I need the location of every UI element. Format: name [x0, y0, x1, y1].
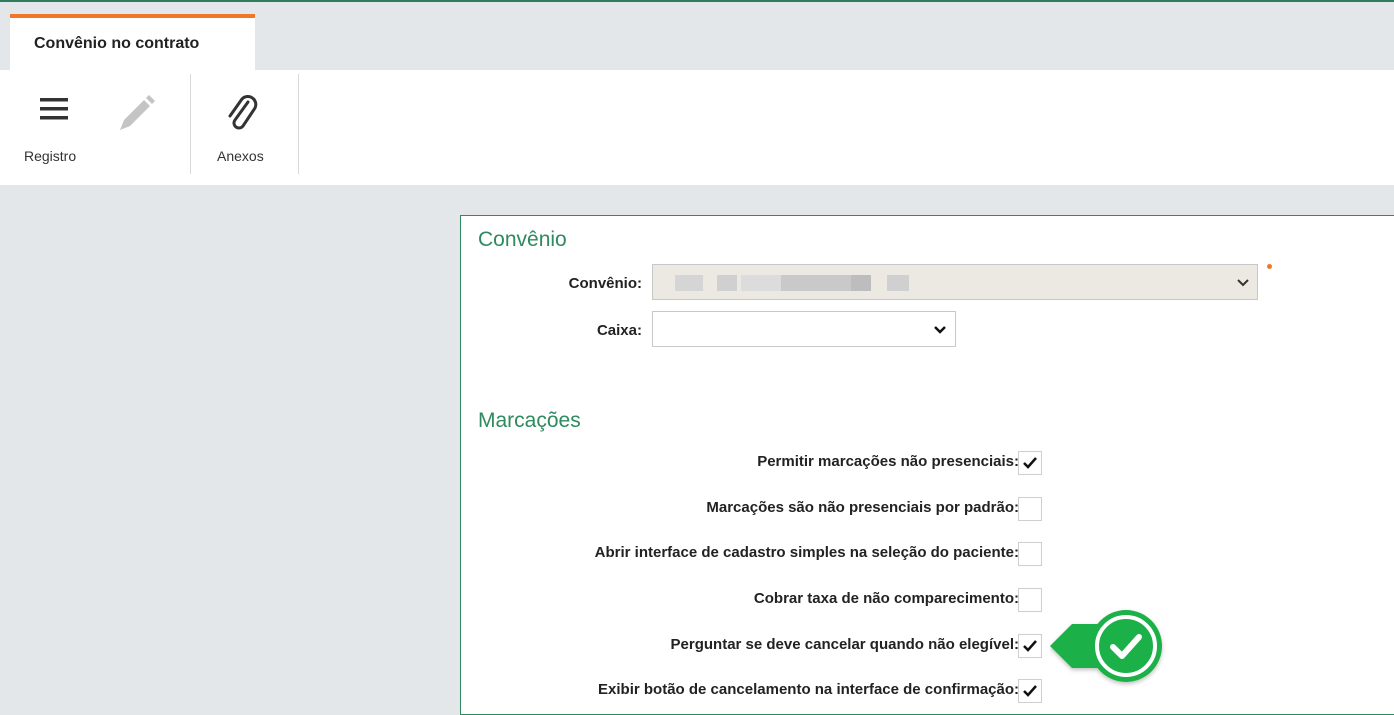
checkbox-taxa-nao-comparecimento[interactable] — [1018, 588, 1042, 612]
tab-label: Convênio no contrato — [34, 35, 200, 52]
toolbar-group-anexos: Anexos — [190, 74, 299, 174]
redacted-value — [717, 275, 737, 291]
convenio-section-title: Convênio — [478, 228, 567, 251]
highlight-callout — [1050, 604, 1170, 699]
tab-bar: Convênio no contrato — [0, 2, 1394, 70]
option-label: Marcações são não presenciais por padrão… — [706, 499, 1019, 516]
tab-convenio-no-contrato[interactable]: Convênio no contrato — [10, 14, 255, 70]
check-icon — [1023, 685, 1037, 697]
registro-label: Registro — [24, 148, 77, 164]
toolbar: Registro Anexos — [0, 70, 1394, 185]
check-badge-icon — [1050, 610, 1162, 682]
option-label: Cobrar taxa de não comparecimento: — [753, 590, 1019, 607]
required-indicator — [1267, 264, 1272, 269]
redacted-value — [887, 275, 909, 291]
redacted-value — [675, 275, 703, 291]
caixa-select[interactable] — [652, 311, 956, 347]
convenio-label: Convênio: — [568, 275, 642, 292]
marcacoes-section-title: Marcações — [478, 409, 581, 432]
checkbox-cancelar-nao-elegivel[interactable] — [1018, 634, 1042, 658]
check-icon — [1023, 640, 1037, 652]
redacted-value — [781, 275, 851, 291]
paperclip-icon[interactable] — [226, 94, 260, 139]
option-label: Perguntar se deve cancelar quando não el… — [670, 636, 1019, 653]
toolbar-group-registro: Registro — [0, 74, 191, 174]
chevron-down-icon — [1237, 279, 1249, 287]
option-label: Abrir interface de cadastro simples na s… — [594, 544, 1019, 561]
check-icon — [1023, 457, 1037, 469]
checkbox-permitir-nao-presenciais[interactable] — [1018, 451, 1042, 475]
option-label: Exibir botão de cancelamento na interfac… — [598, 681, 1019, 698]
option-label: Permitir marcações não presenciais: — [757, 453, 1019, 470]
contract-form-panel: Convênio Convênio: Caixa: Marcações Perm… — [460, 215, 1394, 715]
chevron-down-icon — [934, 326, 946, 334]
checkbox-nao-presenciais-padrao[interactable] — [1018, 497, 1042, 521]
checkbox-cadastro-simples[interactable] — [1018, 542, 1042, 566]
redacted-value — [851, 275, 871, 291]
caixa-label: Caixa: — [596, 322, 642, 339]
anexos-label: Anexos — [217, 148, 264, 164]
convenio-select[interactable] — [652, 264, 1258, 300]
menu-icon[interactable] — [40, 96, 68, 127]
pencil-icon[interactable] — [116, 94, 156, 139]
checkbox-botao-cancelamento[interactable] — [1018, 679, 1042, 703]
